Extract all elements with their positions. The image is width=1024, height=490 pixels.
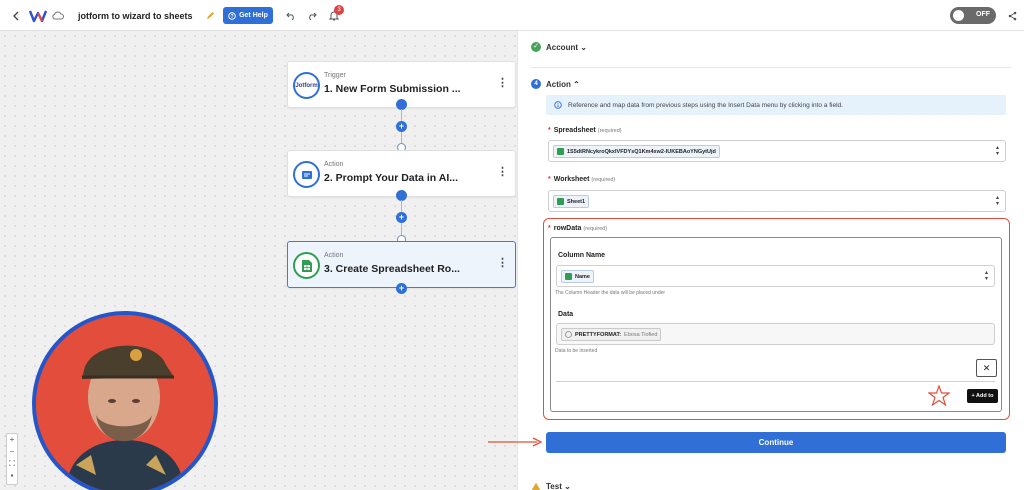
svg-text:?: ?	[231, 14, 234, 20]
chevron-up-icon: ⌃	[573, 80, 580, 89]
spreadsheet-field-label: * Spreadsheet (required)	[548, 127, 622, 134]
info-text: Reference and map data from previous ste…	[568, 101, 843, 109]
row-divider	[556, 381, 995, 382]
google-sheets-icon	[557, 148, 564, 155]
remove-row-button[interactable]: ✕	[976, 359, 997, 377]
account-label: Account	[546, 43, 578, 52]
action-label: Action	[546, 80, 571, 89]
worksheet-value: Sheet1	[567, 198, 586, 205]
add-row-button[interactable]: + Add to	[967, 389, 998, 403]
step-title: 1. New Form Submission ...	[324, 83, 461, 95]
workflow-toggle[interactable]: OFF	[950, 7, 996, 24]
step-menu-icon[interactable]: ⋮	[497, 76, 508, 89]
step-title: 2. Prompt Your Data in AI...	[324, 172, 458, 184]
select-arrows-icon: ▴ ▾	[995, 145, 999, 157]
step-title: 3. Create Spreadsheet Ro...	[324, 263, 460, 275]
notification-badge: 3	[334, 5, 344, 15]
workflow-step-create-row[interactable]: Action 3. Create Spreadsheet Ro... ⋮	[287, 241, 516, 288]
worksheet-chip[interactable]: Sheet1	[553, 195, 590, 208]
data-label: Data	[558, 311, 574, 318]
jotform-icon: Jotform	[293, 72, 320, 99]
step-number-badge: 4	[531, 79, 541, 89]
zoom-out-icon[interactable]: −	[7, 446, 17, 458]
chevron-down-icon: ⌄	[564, 482, 571, 490]
toggle-knob	[953, 10, 964, 21]
zoom-controls[interactable]: + − ⛶ ▪	[6, 433, 18, 485]
presenter-photo	[36, 315, 214, 490]
data-chip-prefix: PRETTYFORMAT:	[575, 331, 622, 338]
test-section-toggle[interactable]: Test ⌄	[546, 482, 571, 490]
fit-view-icon[interactable]: ⛶	[7, 458, 17, 470]
add-step-button[interactable]: +	[396, 212, 407, 223]
zoom-in-icon[interactable]: +	[7, 434, 17, 446]
step-menu-icon[interactable]: ⋮	[497, 165, 508, 178]
worksheet-field-label: * Worksheet (required)	[548, 176, 616, 183]
select-arrows-icon: ▴ ▾	[984, 270, 988, 282]
add-step-button[interactable]: +	[396, 283, 407, 294]
app-logo[interactable]	[29, 0, 47, 31]
column-name-value: Name	[575, 273, 590, 280]
data-chip[interactable]: PRETTYFORMAT: Ebosa Tiofied	[561, 328, 662, 341]
warning-icon	[531, 482, 541, 490]
help-circle-icon: ?	[228, 11, 236, 20]
google-sheets-icon	[293, 252, 320, 279]
get-help-label: Get Help	[239, 12, 268, 19]
workflow-title[interactable]: jotform to wizard to sheets	[78, 0, 193, 31]
info-banner: Reference and map data from previous ste…	[546, 95, 1006, 115]
spreadsheet-value: 1S5dtRNcykroQkxIVFDYsQ1Km4xw2-IUKEBAoYNG…	[567, 148, 716, 155]
continue-button[interactable]: Continue	[546, 432, 1006, 453]
presenter-webcam	[32, 311, 218, 490]
formatter-icon	[565, 331, 572, 338]
column-name-select[interactable]: Name ▴ ▾	[556, 265, 995, 287]
check-circle-icon: ✓	[531, 42, 541, 52]
get-help-button[interactable]: ? Get Help	[223, 7, 273, 24]
google-sheets-icon	[565, 273, 572, 280]
account-section-toggle[interactable]: Account ⌄	[546, 43, 587, 52]
undo-icon[interactable]	[286, 0, 296, 31]
column-name-chip[interactable]: Name	[561, 270, 594, 283]
step-config-panel: ✓ Account ⌄ 4 Action ⌃ Reference and map…	[517, 31, 1024, 490]
info-icon	[554, 101, 562, 109]
top-bar: jotform to wizard to sheets ? Get Help 3…	[0, 0, 1024, 31]
spreadsheet-select[interactable]: 1S5dtRNcykroQkxIVFDYsQ1Km4xw2-IUKEBAoYNG…	[548, 140, 1006, 162]
section-divider	[531, 67, 1011, 68]
worksheet-select[interactable]: Sheet1 ▴ ▾	[548, 190, 1006, 212]
step-kind: Action	[324, 161, 344, 168]
step-kind: Action	[324, 252, 344, 259]
step-menu-icon[interactable]: ⋮	[497, 256, 508, 269]
column-name-label: Column Name	[558, 252, 606, 259]
data-input[interactable]: PRETTYFORMAT: Ebosa Tiofied	[556, 323, 995, 345]
data-chip-value: Ebosa Tiofied	[624, 331, 658, 338]
ai-wizard-icon	[293, 161, 320, 188]
redo-icon[interactable]	[307, 0, 317, 31]
rowdata-field-label: * rowData (required)	[548, 225, 608, 232]
share-icon[interactable]	[1008, 0, 1017, 31]
lock-icon[interactable]: ▪	[7, 470, 17, 482]
action-section-toggle[interactable]: Action ⌃	[546, 80, 580, 89]
add-step-button[interactable]: +	[396, 121, 407, 132]
toggle-label: OFF	[976, 11, 990, 18]
edit-pencil-icon[interactable]	[206, 0, 215, 31]
star-annotation-icon	[928, 385, 950, 406]
data-helper: Data to be inserted	[555, 348, 598, 354]
google-sheets-icon	[557, 198, 564, 205]
cloud-saved-icon	[52, 0, 64, 31]
test-label: Test	[546, 482, 562, 490]
column-name-helper: The Column Header the data will be place…	[555, 290, 666, 296]
select-arrows-icon: ▴ ▾	[995, 195, 999, 207]
chevron-down-icon: ⌄	[580, 43, 587, 52]
pointer-arrow-annotation	[488, 437, 543, 447]
step-kind: Trigger	[324, 72, 346, 79]
back-icon[interactable]	[12, 0, 20, 31]
spreadsheet-chip[interactable]: 1S5dtRNcykroQkxIVFDYsQ1Km4xw2-IUKEBAoYNG…	[553, 145, 720, 158]
